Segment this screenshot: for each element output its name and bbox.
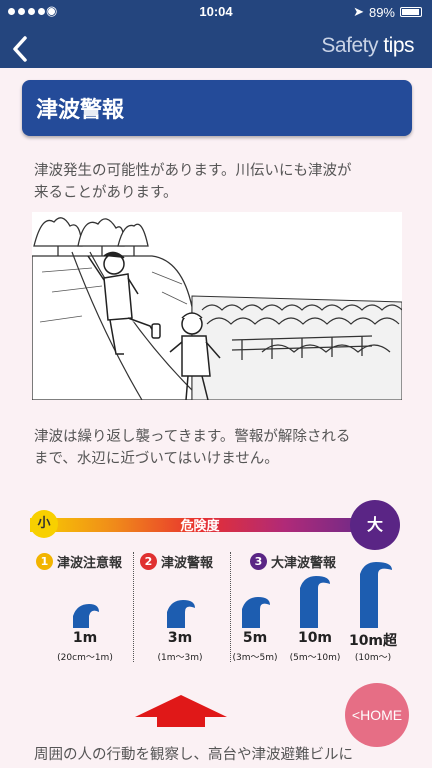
level-major-warning: 3 大津波警報 (250, 552, 336, 571)
wave-height: 1m (72, 630, 98, 646)
level-divider (133, 552, 134, 662)
wave-icon-10m (300, 576, 330, 628)
wave-height: 3m (167, 630, 193, 646)
page-title: 津波警報 (36, 98, 125, 123)
warning-line-1: 津波は繰り返し襲ってきます。警報が解除される (34, 429, 351, 445)
location-icon: ➤ (353, 4, 364, 19)
brand-bold: tips (383, 34, 414, 57)
status-bar: ◉ 10:04 ➤ 89% (0, 0, 432, 24)
wave-icon-3m (167, 600, 195, 628)
level-warning: 2 津波警報 (140, 552, 213, 571)
level-name: 津波警報 (161, 556, 214, 571)
wave-range: (20cm～1m) (57, 653, 113, 663)
battery-icon (400, 7, 422, 17)
high-danger-marker: 大 (350, 500, 400, 550)
level-name: 大津波警報 (271, 556, 337, 571)
back-button[interactable] (10, 30, 30, 70)
home-button[interactable]: <HOME (345, 683, 409, 747)
home-label: HOME (360, 707, 403, 723)
low-danger-marker: 小 (30, 510, 58, 538)
nav-bar: Safety tips (0, 24, 432, 68)
app-brand: Safety tips (321, 34, 414, 58)
level-advisory: 1 津波注意報 (36, 552, 122, 571)
wave-range: (1m～3m) (157, 653, 203, 663)
warning-text: 津波は繰り返し襲ってきます。警報が解除される まで、水辺に近づいてはいけません。 (34, 426, 404, 470)
level-number: 3 (250, 553, 267, 570)
wave-icon-5m (242, 597, 270, 628)
danger-scale: 危険度 小 大 1 津波注意報 2 津波警報 3 大津波警報 1m (20cm～… (30, 500, 402, 670)
brand-light: Safety (321, 34, 378, 57)
warning-line-2: まで、水辺に近づいてはいけません。 (34, 451, 279, 467)
advice-line-1: 周囲の人の行動を観察し、高台や津波避難ビルに (34, 747, 353, 763)
page-title-card: 津波警報 (22, 80, 412, 136)
evacuation-illustration (31, 212, 403, 401)
intro-line-2: 来ることがあります。 (34, 185, 178, 201)
wave-icon-over-10m (360, 562, 392, 628)
up-arrow-icon (135, 695, 227, 727)
intro-line-1: 津波発生の可能性があります。川伝いにも津波が (34, 163, 352, 179)
level-name: 津波注意報 (57, 556, 123, 571)
battery-percent: 89% (368, 4, 395, 20)
chevron-left-icon: < (351, 707, 361, 723)
wave-range: (10m～) (354, 653, 392, 663)
danger-label: 危険度 (180, 519, 220, 534)
intro-text: 津波発生の可能性があります。川伝いにも津波が 来ることがあります。 (34, 160, 404, 204)
wave-icon-1m (73, 604, 99, 628)
advice-text: 周囲の人の行動を観察し、高台や津波避難ビルに (34, 744, 404, 766)
wave-height: 10m超 (348, 633, 398, 649)
chevron-left-icon (13, 36, 27, 62)
level-number: 1 (36, 553, 53, 570)
level-number: 2 (140, 553, 157, 570)
